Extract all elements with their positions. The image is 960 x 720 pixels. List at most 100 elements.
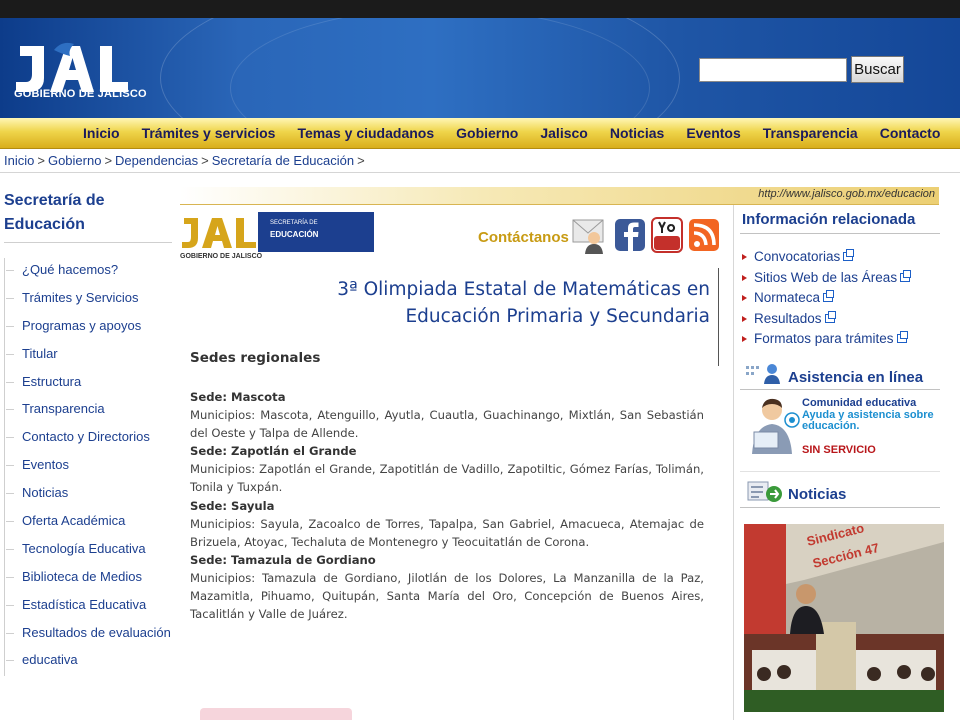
news-heading: Noticias (788, 486, 847, 503)
related-link-label: Resultados (754, 310, 822, 326)
external-link-icon (896, 331, 908, 343)
jal-mini-logo (182, 218, 256, 248)
related-link-resultados[interactable]: Resultados (740, 309, 910, 330)
related-link-label: Sitios Web de las Áreas (754, 269, 898, 285)
related-info-heading: Información relacionada (742, 211, 916, 228)
sidebar-item-estructura[interactable]: Estructura (0, 368, 171, 396)
sidebar-item-eventos[interactable]: Eventos (0, 451, 171, 479)
related-info-list: Convocatorias Sitios Web de las Áreas No… (740, 247, 912, 350)
related-info-divider (740, 233, 940, 234)
breadcrumb-item-secretaria[interactable]: Secretaría de Educación (212, 153, 354, 168)
nav-item-contacto[interactable]: Contacto (869, 118, 952, 149)
sede-municipios: Municipios: Sayula, Zacoalco de Torres, … (190, 516, 704, 549)
community-description: Ayuda y asistencia sobre educación. (802, 409, 934, 432)
url-banner: http://www.jalisco.gob.mx/educacion (180, 187, 939, 205)
breadcrumb-item-dependencias[interactable]: Dependencias (115, 153, 198, 168)
right-column-divider (733, 205, 734, 720)
online-assistance-icon (746, 364, 780, 384)
logo-text: GOBIERNO DE JALISCO (14, 88, 147, 100)
breadcrumb-separator: > (201, 153, 209, 168)
breadcrumb-separator: > (104, 153, 113, 168)
related-link-label: Formatos para trámites (754, 331, 894, 346)
sede-municipios: Municipios: Zapotlán el Grande, Zapotitl… (190, 462, 704, 495)
email-icon[interactable] (572, 216, 604, 254)
news-icon (747, 481, 782, 502)
support-person-icon[interactable] (748, 396, 800, 454)
sede-municipios: Municipios: Tamazula de Gordiano, Jilotl… (190, 570, 704, 622)
breadcrumb: Inicio > Gobierno > Dependencias > Secretaría … (4, 153, 368, 168)
sidebar-item-estadistica[interactable]: Estadística Educativa (0, 591, 171, 619)
sidebar-menu: ¿Qué hacemos? Trámites y Servicios Progr… (0, 256, 171, 674)
search-button[interactable]: Buscar (851, 56, 904, 83)
sidebar-divider (4, 242, 172, 243)
assistance-heading: Asistencia en línea (788, 369, 924, 386)
secretaria-band: SECRETARÍA DE EDUCACIÓN (258, 212, 374, 252)
related-link-normateca[interactable]: Normateca (740, 288, 910, 309)
sidebar-item-resultados[interactable]: Resultados de evaluación (0, 619, 171, 647)
jalisco-logo[interactable] (10, 32, 130, 112)
sede-name: Sede: Zapotlán el Grande (190, 444, 357, 459)
nav-item-inicio[interactable]: Inicio (72, 118, 131, 149)
external-link-icon (900, 269, 912, 282)
external-link-icon (843, 249, 855, 261)
sidebar-title: Secretaría de Educación (4, 189, 154, 237)
nav-item-gobierno[interactable]: Gobierno (445, 118, 529, 149)
sede-name: Sede: Sayula (190, 498, 275, 513)
facebook-icon[interactable] (614, 216, 646, 254)
secretaria-logo[interactable]: SECRETARÍA DE EDUCACIÓN GOBIERNO DE JALI… (180, 212, 374, 262)
sede-name: Sede: Mascota (190, 390, 286, 404)
news-divider (740, 507, 940, 508)
sidebar-item-noticias[interactable]: Noticias (0, 479, 171, 507)
sidebar-item-resultados-cont[interactable]: educativa (0, 646, 171, 674)
related-link-sitios[interactable]: Sitios Web de las Áreas (740, 268, 912, 289)
nav-item-tramites[interactable]: Trámites y servicios (131, 118, 287, 149)
site-url: http://www.jalisco.gob.mx/educacion (758, 188, 935, 200)
sidebar-item-biblioteca[interactable]: Biblioteca de Medios (0, 563, 171, 591)
youtube-icon[interactable] (651, 216, 683, 254)
sede-block: Sede: Zapotlán el Grande Municipios: Zap… (190, 442, 704, 496)
sidebar-item-que-hacemos[interactable]: ¿Qué hacemos? (0, 256, 171, 284)
main-nav: Inicio Trámites y servicios Temas y ciud… (0, 118, 960, 149)
nav-item-eventos[interactable]: Eventos (675, 118, 751, 149)
related-link-label: Convocatorias (754, 249, 841, 264)
sidebar-item-contacto[interactable]: Contacto y Directorios (0, 423, 171, 451)
page-title: 3ª Olimpiada Estatal de Matemáticas en E… (186, 276, 710, 330)
sede-block: Sede: Tamazula de Gordiano Municipios: T… (190, 551, 704, 623)
sidebar-item-transparencia[interactable]: Transparencia (0, 395, 171, 423)
nav-item-noticias[interactable]: Noticias (599, 118, 675, 149)
breadcrumb-divider (0, 172, 960, 173)
external-link-icon (823, 290, 835, 302)
news-photo[interactable]: Sindicato Sección 47 (744, 524, 944, 712)
sede-block: Sede: Mascota Municipios: Mascota, Ateng… (190, 388, 704, 442)
external-link-icon (824, 310, 836, 323)
nav-item-temas[interactable]: Temas y ciudadanos (286, 118, 445, 149)
sedes-list: Sede: Mascota Municipios: Mascota, Ateng… (190, 388, 704, 623)
related-link-label: Normateca (754, 290, 821, 305)
sidebar-title-line1: Secretaría de (4, 192, 105, 209)
secretaria-label: SECRETARÍA DE (270, 220, 318, 226)
breadcrumb-item-inicio[interactable]: Inicio (4, 153, 34, 168)
sidebar-item-titular[interactable]: Titular (0, 340, 171, 368)
sidebar-item-tramites[interactable]: Trámites y Servicios (0, 284, 171, 312)
sedes-heading: Sedes regionales (190, 350, 321, 366)
related-link-convocatorias[interactable]: Convocatorias (740, 247, 910, 268)
search-input[interactable] (699, 58, 847, 82)
community-title[interactable]: Comunidad educativa (802, 397, 916, 409)
page-title-line2: Educación Primaria y Secundaria (405, 306, 710, 327)
page-title-line1: 3ª Olimpiada Estatal de Matemáticas en (337, 279, 710, 300)
nav-item-transparencia[interactable]: Transparencia (752, 118, 869, 149)
breadcrumb-item-gobierno[interactable]: Gobierno (48, 153, 101, 168)
rss-icon[interactable] (688, 216, 720, 254)
related-link-formatos[interactable]: Formatos para trámites (740, 329, 910, 350)
sidebar-item-oferta[interactable]: Oferta Académica (0, 507, 171, 535)
sidebar-item-programas[interactable]: Programas y apoyos (0, 312, 171, 340)
site-header: GOBIERNO DE JALISCO Buscar (0, 18, 960, 118)
header-decoration (230, 18, 650, 118)
sidebar-item-tecnologia[interactable]: Tecnología Educativa (0, 535, 171, 563)
nav-item-jalisco[interactable]: Jalisco (529, 118, 598, 149)
assistance-divider (740, 389, 940, 390)
community-status: SIN SERVICIO (802, 444, 876, 456)
sede-name: Sede: Tamazula de Gordiano (190, 552, 376, 567)
educacion-label: EDUCACIÓN (270, 230, 319, 239)
contact-label: Contáctanos (478, 229, 569, 246)
